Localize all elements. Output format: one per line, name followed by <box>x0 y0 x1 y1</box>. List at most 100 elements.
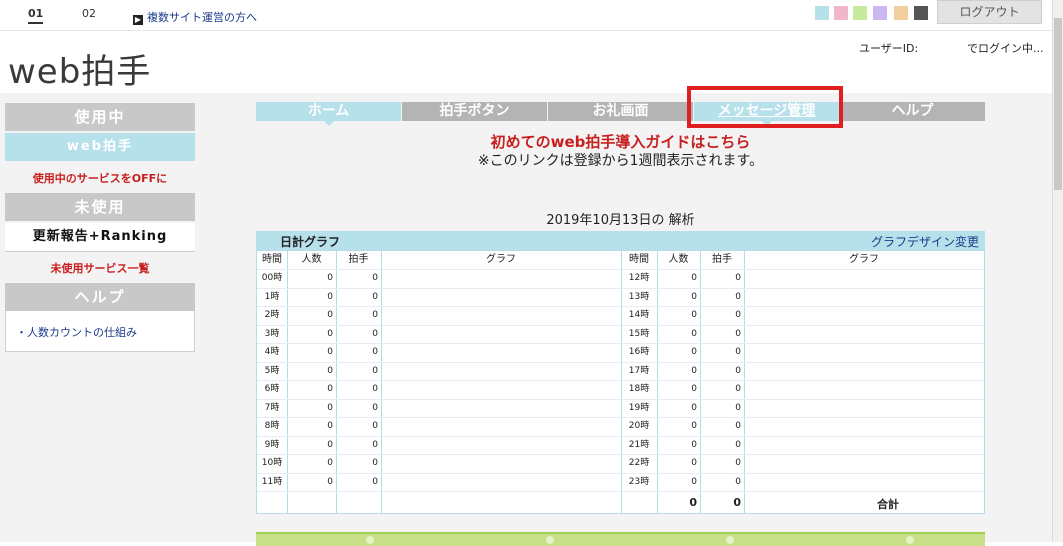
cell-people: 0 <box>691 476 697 487</box>
active-tab-pointer-icon <box>323 121 334 126</box>
cell-hour: 00時 <box>261 273 283 283</box>
cell-people: 0 <box>327 421 333 431</box>
top-bar: 01 02 ▶ 複数サイト運営の方へ ログアウト <box>0 0 1052 31</box>
column-header-time: 時間 <box>262 254 282 265</box>
cell-people: 0 <box>327 384 333 394</box>
cell-hour: 21時 <box>628 439 650 450</box>
cell-hour: 19時 <box>628 402 650 413</box>
userid-label: ユーザーID: <box>859 42 919 55</box>
cell-clap: 0 <box>735 365 741 376</box>
cell-people: 0 <box>691 310 697 320</box>
intro-guide-link[interactable]: 初めてのweb拍手導入ガイドはこちら <box>256 131 985 152</box>
cell-people: 0 <box>691 439 697 450</box>
arrow-right-icon: ▶ <box>133 15 143 25</box>
cell-hour: 17時 <box>628 365 650 376</box>
service-off-link[interactable]: 使用中のサービスをOFFに <box>5 170 195 186</box>
cell-people: 0 <box>327 328 333 339</box>
tab-01[interactable]: 01 <box>28 7 44 24</box>
color-swatch-cyan[interactable] <box>815 6 829 20</box>
cell-clap: 0 <box>735 402 741 413</box>
cell-people: 0 <box>327 273 333 283</box>
sidebar-heading-unused: 未使用 <box>5 193 195 221</box>
cell-clap: 0 <box>372 273 378 283</box>
cell-people: 0 <box>691 458 697 468</box>
cell-people: 0 <box>691 347 697 357</box>
nav-tab-home[interactable]: ホーム <box>256 102 401 126</box>
cell-clap: 0 <box>372 458 378 468</box>
decor-dot <box>906 536 914 544</box>
logout-button[interactable]: ログアウト <box>937 0 1042 24</box>
multi-site-link[interactable]: ▶ 複数サイト運営の方へ <box>133 9 257 25</box>
color-swatch-pink[interactable] <box>834 6 848 20</box>
cell-clap: 0 <box>372 291 378 302</box>
cell-people: 0 <box>327 402 333 413</box>
cell-clap: 0 <box>735 347 741 357</box>
cell-people: 0 <box>691 273 697 283</box>
cell-clap: 0 <box>735 328 741 339</box>
column-header-clap: 拍手 <box>348 254 369 265</box>
unused-service-list-link[interactable]: 未使用サービス一覧 <box>5 260 195 276</box>
decor-dot <box>546 536 554 544</box>
cell-hour: 10時 <box>261 458 283 468</box>
cell-people: 0 <box>691 365 697 376</box>
total-people: 0 <box>689 496 697 509</box>
cell-clap: 0 <box>735 476 741 487</box>
daily-graph-header: 日計グラフ グラフデザイン変更 <box>256 231 985 250</box>
cell-hour: 9時 <box>264 439 280 450</box>
cell-clap: 0 <box>372 402 378 413</box>
tab-02[interactable]: 02 <box>82 7 96 20</box>
help-box: ・人数カウントの仕組み <box>5 311 195 352</box>
cell-clap: 0 <box>372 476 378 487</box>
cell-hour: 15時 <box>628 328 650 339</box>
cell-hour: 18時 <box>628 384 650 394</box>
cell-people: 0 <box>691 291 697 302</box>
nav-tab-help[interactable]: ヘルプ <box>840 102 985 121</box>
cell-clap: 0 <box>372 421 378 431</box>
cell-clap: 0 <box>372 384 378 394</box>
cell-hour: 7時 <box>264 402 280 413</box>
cell-people: 0 <box>327 291 333 302</box>
column-header-graph: グラフ <box>486 254 516 265</box>
cell-people: 0 <box>691 384 697 394</box>
cell-hour: 5時 <box>264 365 280 376</box>
analysis-date-title: 2019年10月13日の 解析 <box>546 213 695 228</box>
decor-dot <box>366 536 374 544</box>
cell-hour: 3時 <box>264 328 280 339</box>
cell-hour: 23時 <box>628 476 650 487</box>
cell-clap: 0 <box>735 458 741 468</box>
cell-hour: 16時 <box>628 347 650 357</box>
cell-people: 0 <box>691 421 697 431</box>
sidebar-item-web-hakushu[interactable]: web拍手 <box>5 133 195 161</box>
cell-people: 0 <box>327 365 333 376</box>
cell-hour: 13時 <box>628 291 650 302</box>
cell-clap: 0 <box>372 347 378 357</box>
cell-hour: 14時 <box>628 310 650 320</box>
daily-graph-title: 日計グラフ <box>280 235 341 249</box>
cell-clap: 0 <box>735 273 741 283</box>
total-clap: 0 <box>733 496 741 509</box>
sidebar-item-update-ranking[interactable]: 更新報告+Ranking <box>5 223 195 252</box>
color-swatch-purple[interactable] <box>873 6 887 20</box>
column-header-time: 時間 <box>629 254 649 265</box>
graph-design-change-link[interactable]: グラフデザイン変更 <box>871 233 979 250</box>
sidebar-heading-help: ヘルプ <box>5 283 195 311</box>
cell-clap: 0 <box>372 365 378 376</box>
nav-tab-thanks-page[interactable]: お礼画面 <box>548 102 693 121</box>
page-title: web拍手 <box>8 52 152 92</box>
cell-clap: 0 <box>735 439 741 450</box>
color-swatch-orange[interactable] <box>894 6 908 20</box>
scrollbar-thumb[interactable] <box>1054 18 1062 190</box>
color-swatch-dark[interactable] <box>914 6 928 20</box>
table-rule <box>257 491 984 492</box>
vertical-scrollbar[interactable] <box>1052 0 1063 542</box>
cell-hour: 11時 <box>261 476 283 487</box>
color-swatch-green[interactable] <box>853 6 867 20</box>
help-item-counting[interactable]: ・人数カウントの仕組み <box>16 324 137 340</box>
intro-guide-note: ※このリンクは登録から1週間表示されます。 <box>477 153 764 169</box>
cell-clap: 0 <box>735 291 741 302</box>
nav-tab-clap-button[interactable]: 拍手ボタン <box>402 102 547 121</box>
daily-graph-table: 時間 人数 拍手 グラフ 時間 人数 拍手 グラフ 00時 0 0 12時 0 0 1時 0 0 13時 0 0 2時 0… <box>256 250 985 514</box>
cell-people: 0 <box>327 310 333 320</box>
cell-hour: 4時 <box>264 347 280 357</box>
cell-hour: 6時 <box>264 384 280 394</box>
